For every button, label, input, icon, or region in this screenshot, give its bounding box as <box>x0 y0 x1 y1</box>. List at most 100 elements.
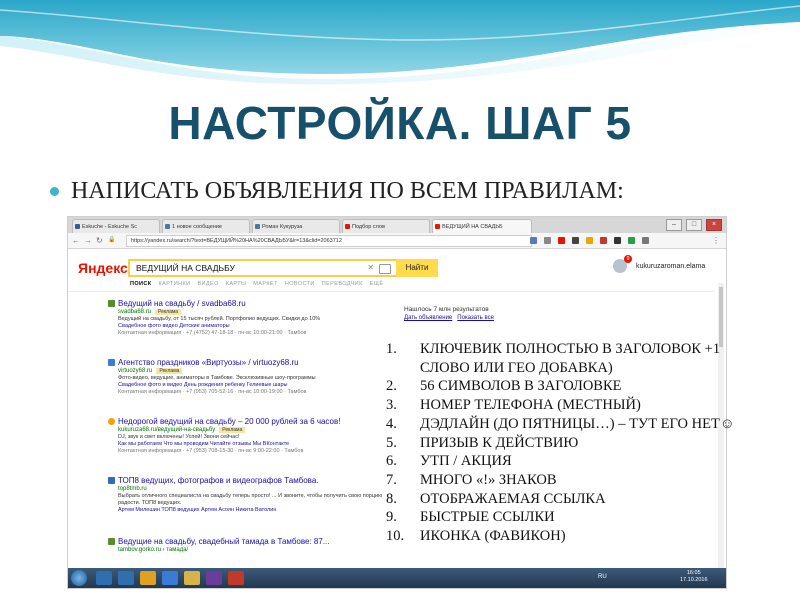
back-arrow-icon[interactable]: ← <box>72 235 80 246</box>
scrollbar-thumb[interactable] <box>719 287 723 347</box>
show-all-link[interactable]: Показать все <box>457 315 494 321</box>
rule-text: БЫСТРЫЕ ССЫЛКИ <box>420 509 555 526</box>
tab-favicon-icon <box>255 224 260 229</box>
taskbar-app-icon[interactable] <box>118 571 134 585</box>
rule-number: 10. <box>386 528 405 545</box>
rule-text: 56 СИМВОЛОВ В ЗАГОЛОВКЕ <box>420 378 622 395</box>
rule-text: ДЭДЛАЙН (ДО ПЯТНИЦЫ…) – ТУТ ЕГО НЕТ☺ <box>420 415 735 432</box>
vertical-tab-maps[interactable]: КАРТЫ <box>226 281 247 287</box>
result-title-link[interactable]: Ведущие на свадьбу, свадебный тамада в Т… <box>118 537 388 547</box>
close-window-button[interactable]: × <box>706 219 722 231</box>
tab-label: 1 новое сообщение <box>172 224 222 230</box>
result-title-link[interactable]: ТОП8 ведущих, фотографов и видеографов Т… <box>118 476 388 486</box>
result-favicon-icon <box>108 477 115 484</box>
extension-icon[interactable] <box>586 237 593 244</box>
language-indicator[interactable]: RU <box>598 574 607 580</box>
system-clock[interactable]: 16:05 17.10.2016 <box>680 570 708 584</box>
result-sitelinks[interactable]: Артем Милешин ТОП8 ведущих Артем Асоян Н… <box>118 507 388 514</box>
clock-time: 16:05 <box>686 570 701 576</box>
minimize-button[interactable]: – <box>666 219 682 231</box>
taskbar-app-icon[interactable] <box>206 571 222 585</box>
result-favicon-icon <box>108 300 115 307</box>
vertical-tab-images[interactable]: КАРТИНКИ <box>159 281 191 287</box>
vertical-tab-translate[interactable]: ПЕРЕВОДЧИК <box>322 281 363 287</box>
yandex-logo-text: Яндекс <box>78 260 128 276</box>
browser-tab[interactable]: 1 новое сообщение <box>162 219 250 233</box>
result-url[interactable]: virtuozy68.ru <box>118 368 152 374</box>
extension-icon[interactable] <box>614 237 621 244</box>
rule-number: 9. <box>386 509 397 526</box>
result-url[interactable]: top8tmb.ru <box>118 486 147 492</box>
taskbar-app-icon[interactable] <box>184 571 200 585</box>
result-favicon-icon <box>108 418 115 425</box>
results-count: Нашлось 7 млн результатов <box>404 306 489 313</box>
bookmark-star-icon[interactable] <box>530 237 537 244</box>
extension-icon[interactable] <box>600 237 607 244</box>
rule-item: 3. НОМЕР ТЕЛЕФОНА (МЕСТНЫЙ) <box>386 396 766 415</box>
start-button-icon[interactable] <box>71 570 87 586</box>
search-input[interactable]: ВЕДУЩИЙ НА СВАДЬБУ ✕ <box>128 259 398 277</box>
result-title-link[interactable]: Недорогой ведущий на свадьбу – 20 000 ру… <box>118 417 388 427</box>
rule-number: 7. <box>386 471 397 488</box>
extension-icon[interactable] <box>642 237 649 244</box>
rule-number: 2. <box>386 378 397 395</box>
extension-icon[interactable] <box>544 237 551 244</box>
result-sitelinks[interactable]: Как мы работаем Что мы проводим Читайте … <box>118 441 388 448</box>
taskbar-app-icon[interactable] <box>228 571 244 585</box>
vertical-tab-video[interactable]: ВИДЕО <box>197 281 218 287</box>
yandex-logo[interactable]: Яндекс <box>78 260 128 276</box>
result-url[interactable]: kukuruza68.ru/ведущий-на-свадьбу <box>118 427 215 433</box>
place-ad-link[interactable]: Дать объявление <box>404 315 452 321</box>
bullet-text: НАПИСАТЬ ОБЪЯВЛЕНИЯ ПО ВСЕМ ПРАВИЛАМ: <box>71 177 624 204</box>
search-result: Ведущие на свадьбу, свадебный тамада в Т… <box>108 537 388 554</box>
clock-date: 17.10.2016 <box>680 577 708 583</box>
rule-number: 4. <box>386 415 397 432</box>
rule-item: 6. УТП / АКЦИЯ <box>386 452 766 471</box>
rule-text: УТП / АКЦИЯ <box>420 453 512 470</box>
vertical-tab-more[interactable]: ЕЩЁ <box>370 281 384 287</box>
header-wave-decoration <box>0 0 800 85</box>
ad-badge: Реклама <box>219 427 246 433</box>
maximize-button[interactable]: □ <box>686 219 702 231</box>
taskbar-app-icon[interactable] <box>96 571 112 585</box>
result-url[interactable]: svadba68.ru <box>118 309 151 315</box>
tab-label: ВЕДУЩИЙ НА СВАДЬБ <box>442 224 503 230</box>
result-contact[interactable]: Контактная информация · +7 (953) 708-15-… <box>118 448 388 455</box>
bullet-dot <box>50 186 59 196</box>
extension-icon[interactable] <box>558 237 565 244</box>
extension-icon[interactable] <box>628 237 635 244</box>
keyboard-icon[interactable] <box>379 264 391 274</box>
result-sitelinks[interactable]: Свадебное фото и видео День рождения реб… <box>118 382 388 389</box>
lock-icon: 🔒 <box>108 237 116 243</box>
rule-text: КЛЮЧЕВИК ПОЛНОСТЬЮ В ЗАГОЛОВОК +1 СЛОВО … <box>420 341 721 376</box>
forward-arrow-icon[interactable]: → <box>84 235 92 246</box>
taskbar-app-icon[interactable] <box>162 571 178 585</box>
taskbar-app-icon[interactable] <box>140 571 156 585</box>
search-result: Агентство праздников «Виртуозы» / virtuo… <box>108 358 388 396</box>
result-url[interactable]: tambov.gorko.ru › тамада/ <box>118 547 188 553</box>
reload-icon[interactable]: ↻ <box>96 235 103 246</box>
result-snippet: DJ, звук и свет включены! Успей! Звони с… <box>118 434 240 440</box>
browser-tab[interactable]: Подбор слов <box>342 219 430 233</box>
vertical-tab-news[interactable]: НОВОСТИ <box>285 281 315 287</box>
address-bar[interactable]: https://yandex.ru/search/?text=ВЕДУЩИЙ%2… <box>126 235 532 247</box>
clear-icon[interactable]: ✕ <box>367 263 374 272</box>
result-sitelinks[interactable]: Свадебное фото видео Детские аниматоры <box>118 323 388 330</box>
browser-tab-active[interactable]: ВЕДУЩИЙ НА СВАДЬБ <box>432 219 532 233</box>
result-title-link[interactable]: Ведущий на свадьбу / svadba68.ru <box>118 299 388 309</box>
menu-icon[interactable]: ⋮ <box>712 235 720 246</box>
result-contact[interactable]: Контактная информация · +7 (953) 705-52-… <box>118 389 388 396</box>
result-title-link[interactable]: Агентство праздников «Виртуозы» / virtuo… <box>118 358 388 368</box>
rule-item: 5. ПРИЗЫВ К ДЕЙСТВИЮ <box>386 434 766 453</box>
vertical-tab-market[interactable]: МАРКЕТ <box>253 281 278 287</box>
result-favicon-icon <box>108 359 115 366</box>
username[interactable]: kukuruzaroman.elama <box>636 263 705 270</box>
rule-item: 8. ОТОБРАЖАЕМАЯ ССЫЛКА <box>386 490 766 509</box>
vertical-tab-search[interactable]: ПОИСК <box>130 281 152 287</box>
notification-badge[interactable]: 9 <box>624 255 632 263</box>
result-contact[interactable]: Контактная информация · +7 (4752) 47-18-… <box>118 330 388 337</box>
browser-tab[interactable]: Eskuche - Eskuche Sc <box>72 219 160 233</box>
extension-icon[interactable] <box>572 237 579 244</box>
search-button[interactable]: Найти <box>396 259 438 277</box>
browser-tab[interactable]: Роман Кукуруза <box>252 219 340 233</box>
